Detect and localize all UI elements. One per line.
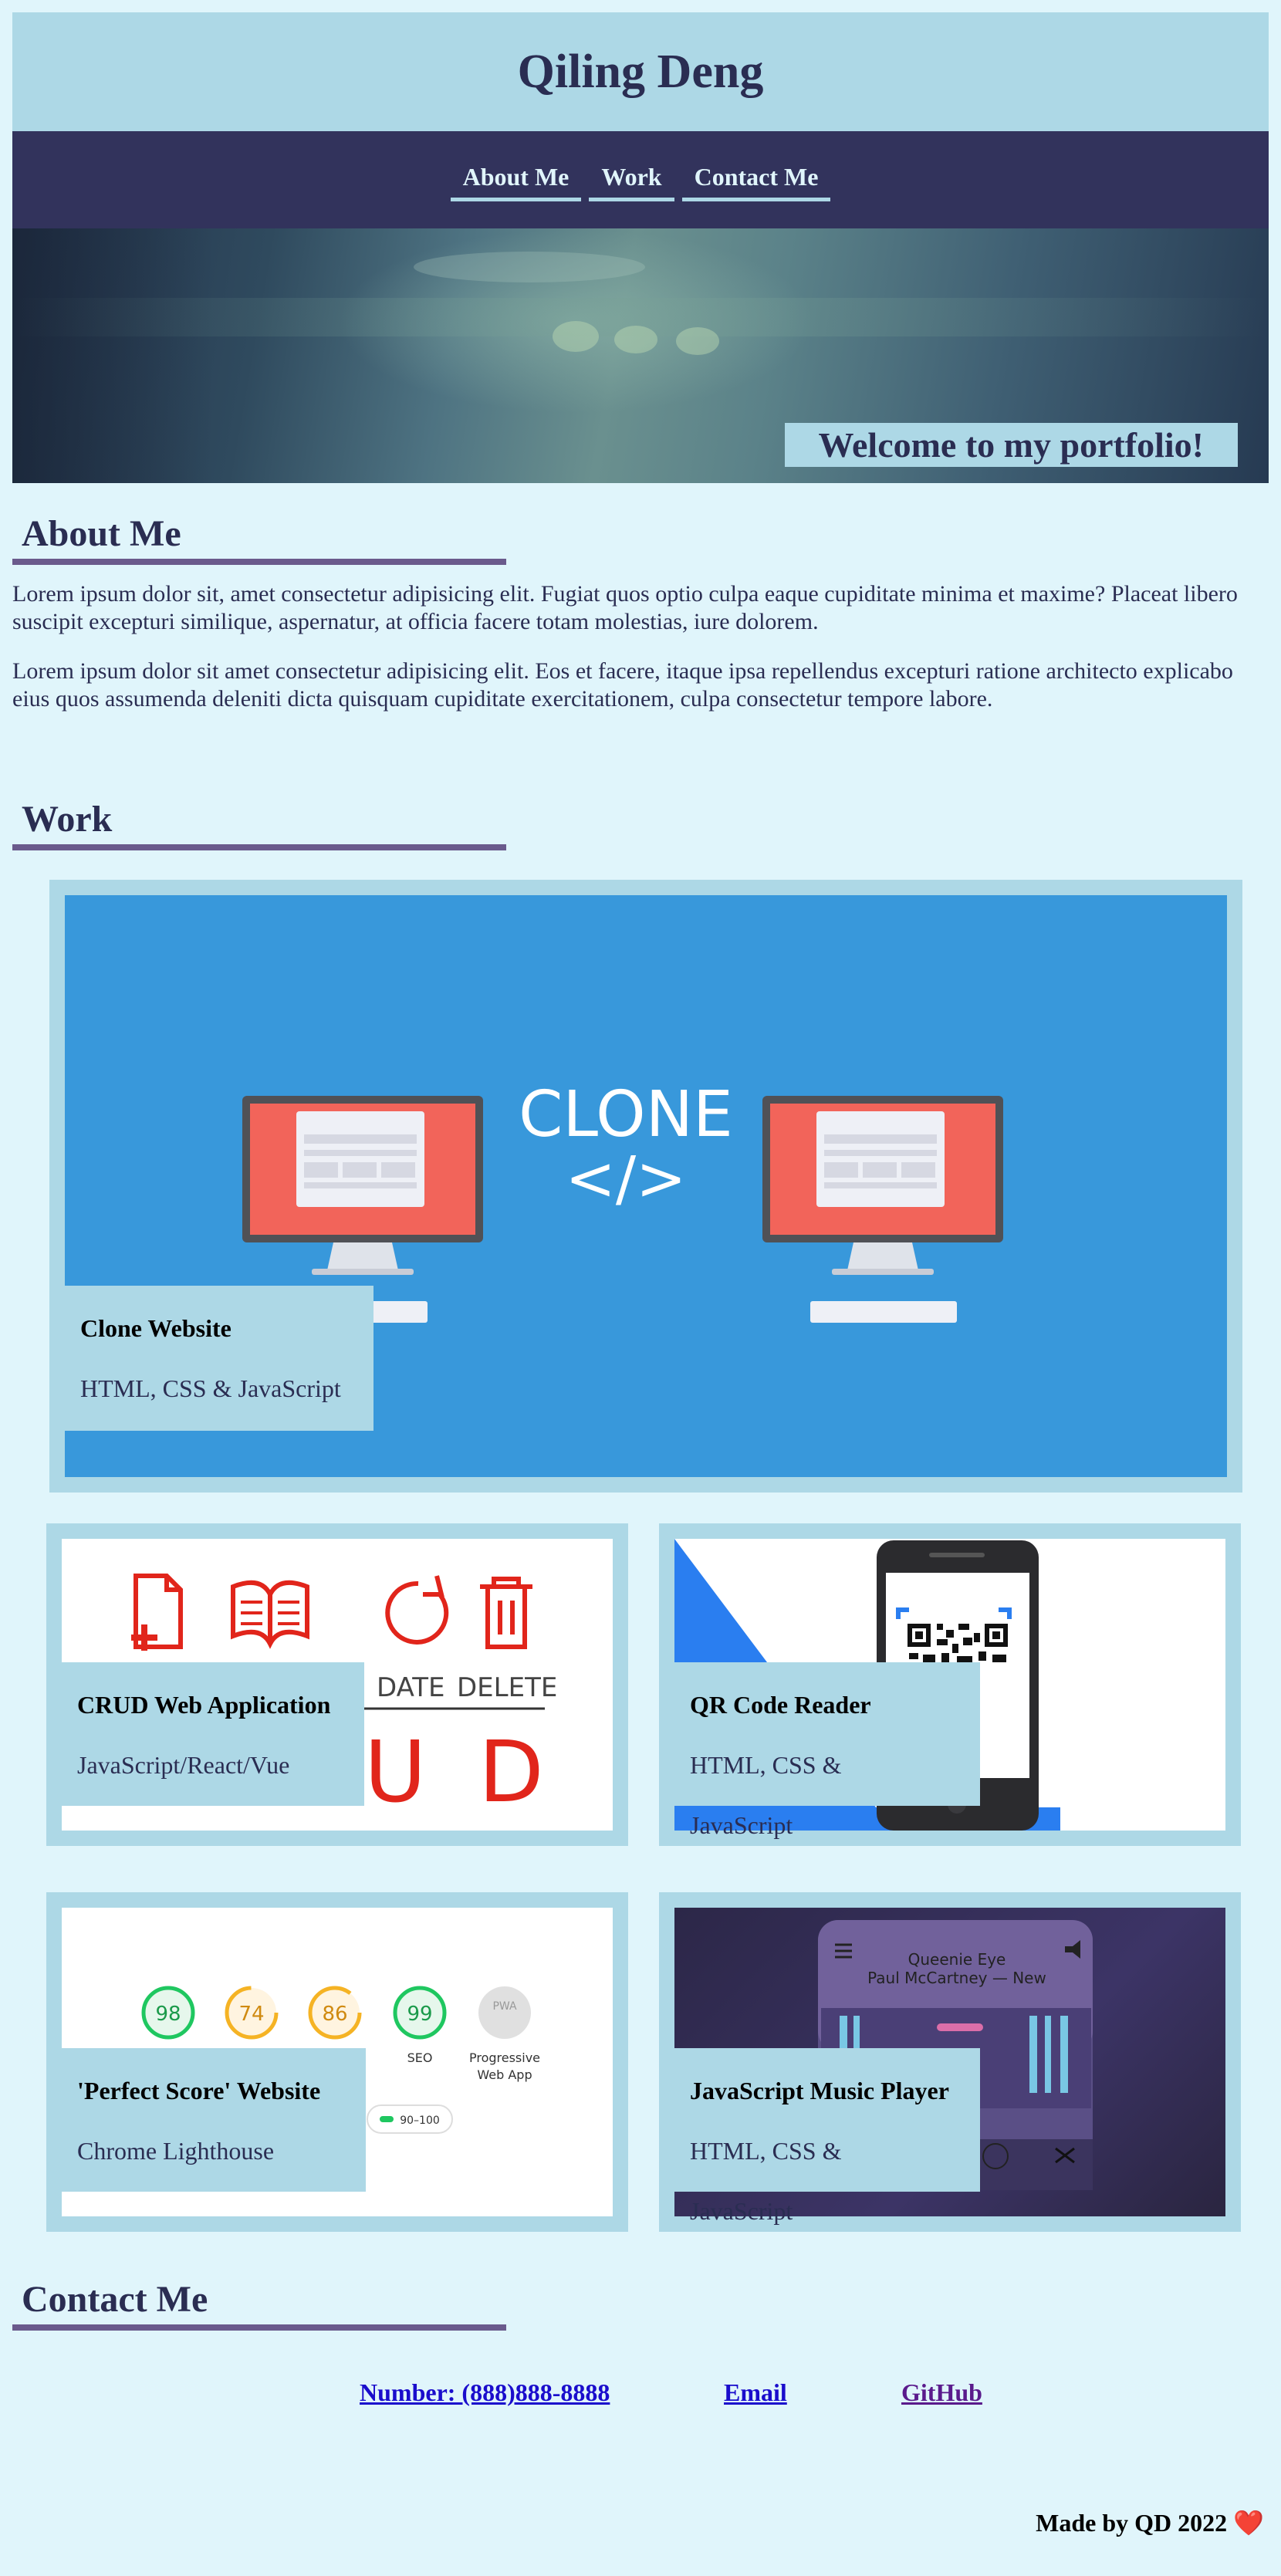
project-title: CRUD Web Application: [77, 1691, 331, 1719]
phone-link[interactable]: Number: (888)888-8888: [360, 2378, 610, 2407]
score-86: 86: [322, 2003, 347, 2026]
contact-heading: Contact Me: [12, 2275, 506, 2331]
crud-word-update: DATE: [377, 1672, 444, 1703]
score-74: 74: [238, 2003, 264, 2026]
contact-heading-wrap: Contact Me: [12, 2275, 506, 2331]
email-link[interactable]: Email: [724, 2378, 787, 2407]
pwa-label-2: Web App: [477, 2067, 532, 2082]
project-subtitle: HTML, CSS & JavaScript: [690, 1751, 842, 1839]
main-nav: About Me Work Contact Me: [12, 131, 1269, 228]
project-title: JavaScript Music Player: [690, 2077, 949, 2104]
project-subtitle: Chrome Lighthouse: [77, 2137, 275, 2165]
clone-word: CLONE: [519, 1078, 733, 1151]
project-title: QR Code Reader: [690, 1691, 871, 1719]
site-title: Qiling Deng: [517, 45, 764, 98]
legend-range: 90–100: [400, 2115, 440, 2127]
welcome-banner: Welcome to my portfolio!: [784, 423, 1238, 467]
project-title: Clone Website: [80, 1314, 232, 1342]
nav-about-link[interactable]: About Me: [450, 158, 582, 201]
about-paragraph-2: Lorem ipsum dolor sit amet consectetur a…: [12, 658, 1233, 712]
site-header: Qiling Deng: [12, 12, 1269, 131]
work-heading: Work: [12, 795, 506, 850]
work-heading-wrap: Work: [12, 795, 506, 850]
score-98: 98: [155, 2003, 181, 2026]
github-link[interactable]: GitHub: [901, 2378, 982, 2407]
hero-banner-image: Welcome to my portfolio!: [12, 228, 1269, 483]
project-card-clone[interactable]: CLONE </> Clone Website HTML, CSS & Java…: [49, 880, 1242, 1493]
seo-label: SEO: [407, 2050, 433, 2065]
project-card-qr[interactable]: QR Code Reader HTML, CSS & JavaScript: [659, 1523, 1241, 1846]
project-subtitle: HTML, CSS & JavaScript: [80, 1374, 341, 1402]
project-label-perfect-score: 'Perfect Score' Website Chrome Lighthous…: [46, 2048, 366, 2192]
project-subtitle: JavaScript/React/Vue: [77, 1751, 290, 1779]
site-footer: Made by QD 2022 ❤️: [1036, 2508, 1264, 2537]
contact-links: Number: (888)888-8888 Email GitHub: [0, 2378, 1281, 2409]
project-title: 'Perfect Score' Website: [77, 2077, 321, 2104]
crud-word-delete: DELETE: [457, 1672, 557, 1703]
nav-work-link[interactable]: Work: [589, 158, 674, 201]
about-paragraph-1: Lorem ipsum dolor sit, amet consectetur …: [12, 581, 1238, 634]
page-frame: Qiling Deng About Me Work Contact Me Wel…: [12, 12, 1269, 483]
project-card-perfect-score[interactable]: 98 74 86 99 PWA SEO Progressive Web App …: [46, 1892, 628, 2232]
pwa-label-1: Progressive: [469, 2050, 540, 2065]
crud-letter-u: U: [364, 1722, 427, 1821]
song-title: Queenie Eye: [908, 1950, 1006, 1969]
project-label-clone: Clone Website HTML, CSS & JavaScript: [49, 1286, 373, 1431]
crud-letter-d: D: [478, 1722, 544, 1821]
heart-icon: ❤️: [1233, 2509, 1264, 2537]
footer-text: Made by QD 2022: [1036, 2509, 1228, 2537]
project-subtitle: HTML, CSS & JavaScript: [690, 2137, 842, 2225]
about-heading: About Me: [12, 509, 506, 565]
pwa-badge: PWA: [492, 2000, 517, 2013]
song-artist: Paul McCartney — New: [867, 1969, 1046, 1987]
nav-contact-link[interactable]: Contact Me: [681, 158, 831, 201]
project-label-music-player: JavaScript Music Player HTML, CSS & Java…: [659, 2048, 980, 2225]
code-symbol: </>: [566, 1144, 687, 1214]
project-card-crud[interactable]: DATE DELETE U D CRUD Web Application Jav…: [46, 1523, 628, 1846]
project-card-music-player[interactable]: Queenie Eye Paul McCartney — New JavaScr…: [659, 1892, 1241, 2232]
about-section: About Me Lorem ipsum dolor sit, amet con…: [12, 509, 1269, 735]
project-label-crud: CRUD Web Application JavaScript/React/Vu…: [46, 1662, 364, 1806]
project-label-qr: QR Code Reader HTML, CSS & JavaScript: [659, 1662, 980, 1839]
score-99: 99: [407, 2003, 432, 2026]
